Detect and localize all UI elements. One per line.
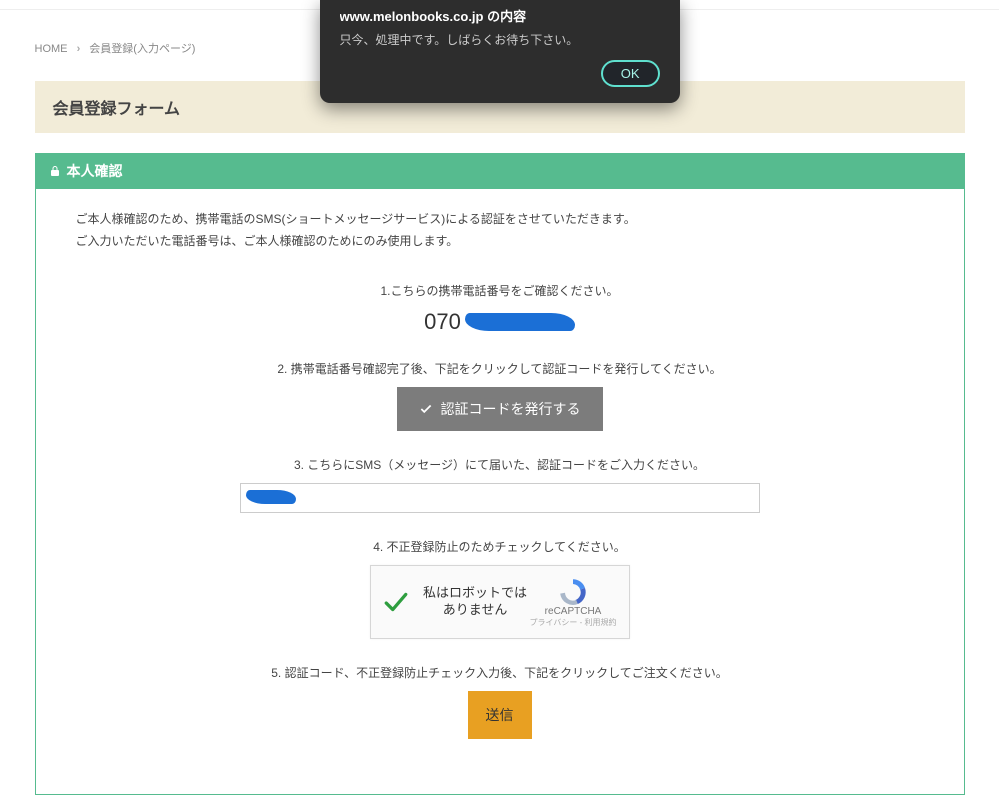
chevron-right-icon: › [77, 43, 81, 55]
recaptcha-label: 私はロボットではありません [421, 585, 530, 619]
issue-code-label: 認証コードを発行する [441, 399, 581, 419]
recaptcha-checkmark-icon [383, 589, 409, 615]
step-3: 3. こちらにSMS（メッセージ）にて届いた、認証コードをご入力ください。 [76, 456, 924, 513]
step-5-label: 5. 認証コード、不正登録防止チェック入力後、下記をクリックしてご注文ください。 [76, 664, 924, 681]
breadcrumb-current: 会員登録(入力ページ) [89, 43, 195, 55]
breadcrumb-home-link[interactable]: HOME [35, 43, 68, 55]
recaptcha-logo: reCAPTCHA プライバシー - 利用規約 [530, 576, 617, 628]
issue-code-button[interactable]: 認証コードを発行する [397, 387, 603, 431]
intro-line-1: ご本人様確認のため、携帯電話のSMS(ショートメッセージサービス)による認証をさ… [76, 209, 924, 231]
step-1-label: 1.こちらの携帯電話番号をご確認ください。 [76, 282, 924, 299]
section-header-identity: 本人確認 [35, 153, 965, 189]
recaptcha-brand: reCAPTCHA [530, 606, 617, 617]
check-icon [419, 402, 433, 416]
redaction-scribble [465, 313, 575, 331]
auth-code-input[interactable] [240, 483, 760, 513]
section-title: 本人確認 [67, 161, 123, 181]
js-alert-dialog: www.melonbooks.co.jp の内容 只今、処理中です。しばらくお待… [320, 0, 680, 103]
step-2-label: 2. 携帯電話番号確認完了後、下記をクリックして認証コードを発行してください。 [76, 360, 924, 377]
submit-button[interactable]: 送信 [468, 691, 532, 739]
step-4-label: 4. 不正登録防止のためチェックしてください。 [76, 538, 924, 555]
step-3-label: 3. こちらにSMS（メッセージ）にて届いた、認証コードをご入力ください。 [76, 456, 924, 473]
step-2: 2. 携帯電話番号確認完了後、下記をクリックして認証コードを発行してください。 … [76, 360, 924, 431]
recaptcha-icon [557, 576, 589, 604]
alert-ok-button[interactable]: OK [601, 60, 660, 87]
recaptcha-terms: プライバシー - 利用規約 [530, 617, 617, 628]
step-5: 5. 認証コード、不正登録防止チェック入力後、下記をクリックしてご注文ください。… [76, 664, 924, 739]
lock-icon [49, 165, 61, 177]
alert-body: 只今、処理中です。しばらくお待ち下さい。 [340, 29, 660, 60]
intro-text: ご本人様確認のため、携帯電話のSMS(ショートメッセージサービス)による認証をさ… [76, 209, 924, 252]
step-4: 4. 不正登録防止のためチェックしてください。 私はロボットではありません re… [76, 538, 924, 639]
step-1: 1.こちらの携帯電話番号をご確認ください。 070 [76, 282, 924, 335]
recaptcha-widget[interactable]: 私はロボットではありません reCAPTCHA プライバシー - 利用規約 [370, 565, 630, 639]
section-body: ご本人様確認のため、携帯電話のSMS(ショートメッセージサービス)による認証をさ… [35, 189, 965, 795]
intro-line-2: ご入力いただいた電話番号は、ご本人様確認のためにのみ使用します。 [76, 231, 924, 253]
phone-number-display: 070 [424, 309, 575, 335]
alert-title: www.melonbooks.co.jp の内容 [340, 0, 660, 29]
phone-prefix: 070 [424, 309, 461, 335]
